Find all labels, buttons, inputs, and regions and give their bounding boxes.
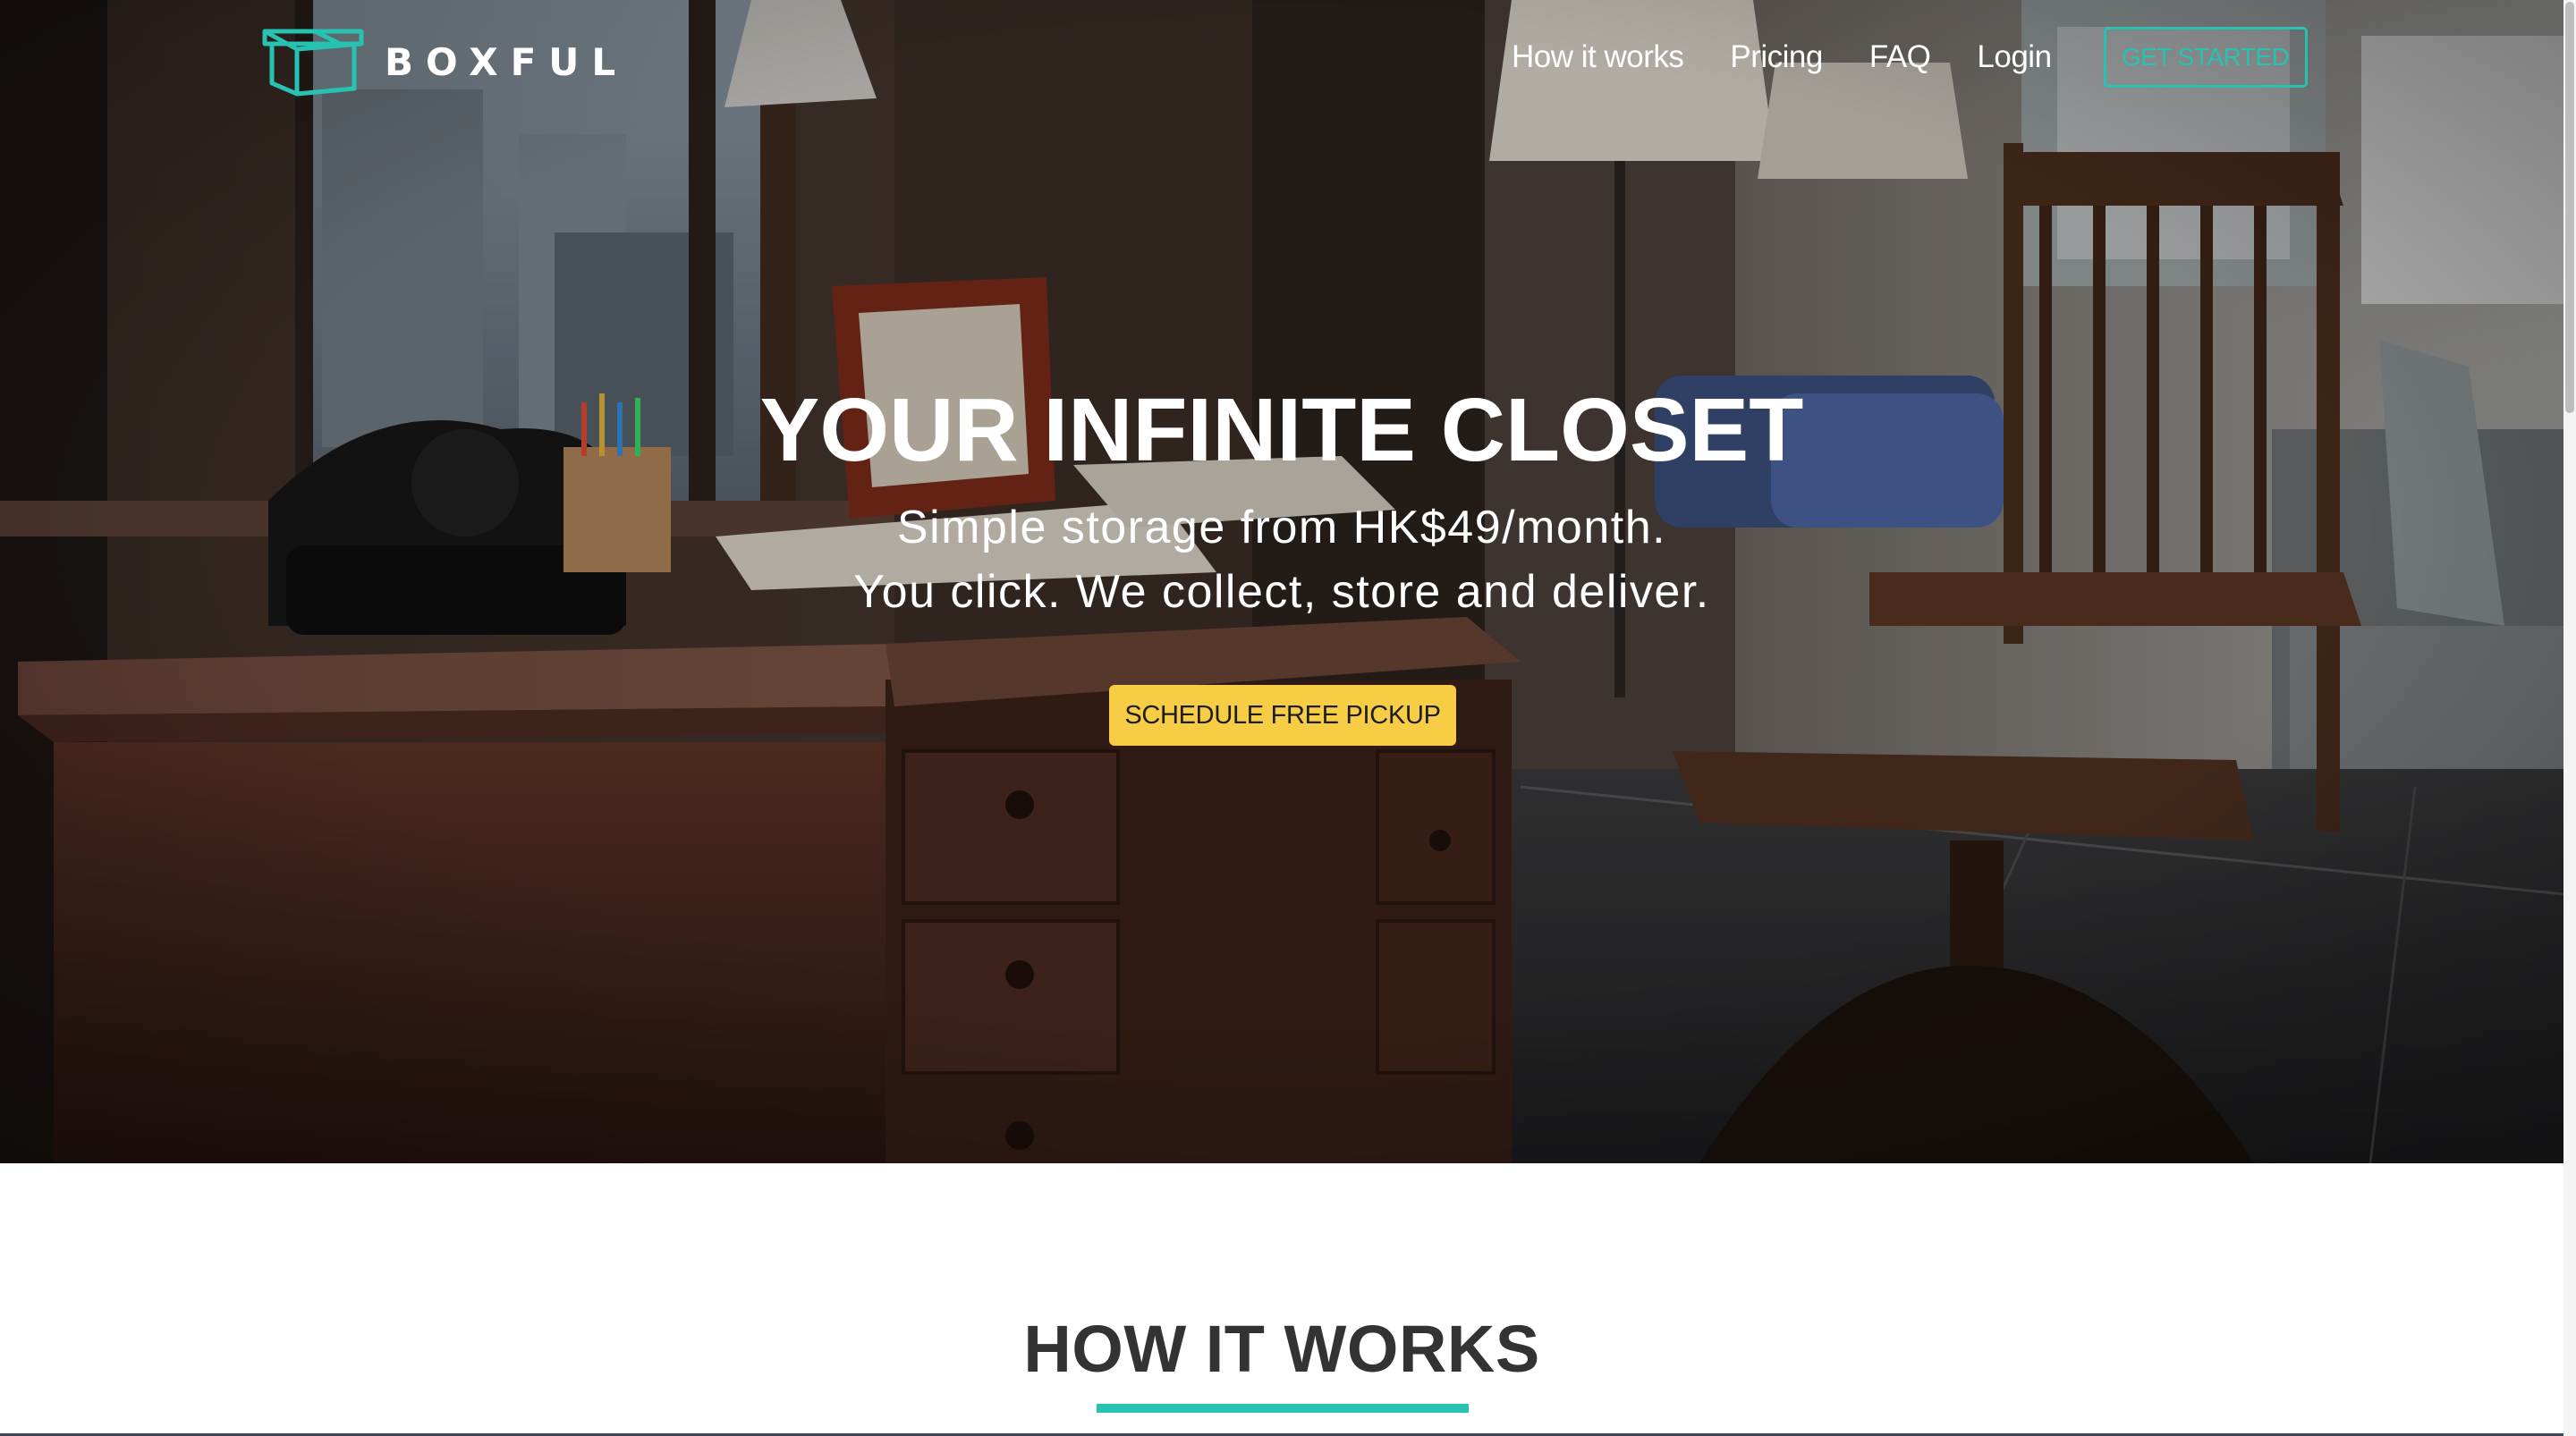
schedule-free-pickup-button[interactable]: SCHEDULE FREE PICKUP: [1109, 685, 1456, 746]
get-started-button[interactable]: GET STARTED: [2103, 27, 2308, 88]
nav-link-pricing[interactable]: Pricing: [1730, 39, 1823, 75]
how-it-works-heading: HOW IT WORKS: [1023, 1312, 1540, 1386]
nav-link-how-it-works[interactable]: How it works: [1512, 39, 1684, 75]
heading-underline: [1097, 1404, 1469, 1413]
hero-title: YOUR INFINITE CLOSET: [759, 380, 1804, 480]
nav-link-faq[interactable]: FAQ: [1869, 39, 1931, 75]
top-navigation: How it works Pricing FAQ Login GET START…: [1512, 25, 2308, 89]
brand-name: BOXFUL: [385, 39, 629, 84]
box-logo-icon: [262, 29, 364, 97]
scrollbar-thumb[interactable]: [2565, 2, 2574, 413]
boxful-logo[interactable]: BOXFUL: [261, 25, 628, 98]
hero-subtitle-line1: Simple storage from HK$49/month.: [896, 502, 1667, 553]
vertical-scrollbar[interactable]: [2563, 0, 2576, 1436]
page: BOXFUL How it works Pricing FAQ Login GE…: [0, 0, 2576, 1436]
hero-section: BOXFUL How it works Pricing FAQ Login GE…: [0, 0, 2563, 1163]
nav-link-login[interactable]: Login: [1977, 39, 2052, 75]
hero-subtitle-line2: You click. We collect, store and deliver…: [853, 566, 1710, 618]
